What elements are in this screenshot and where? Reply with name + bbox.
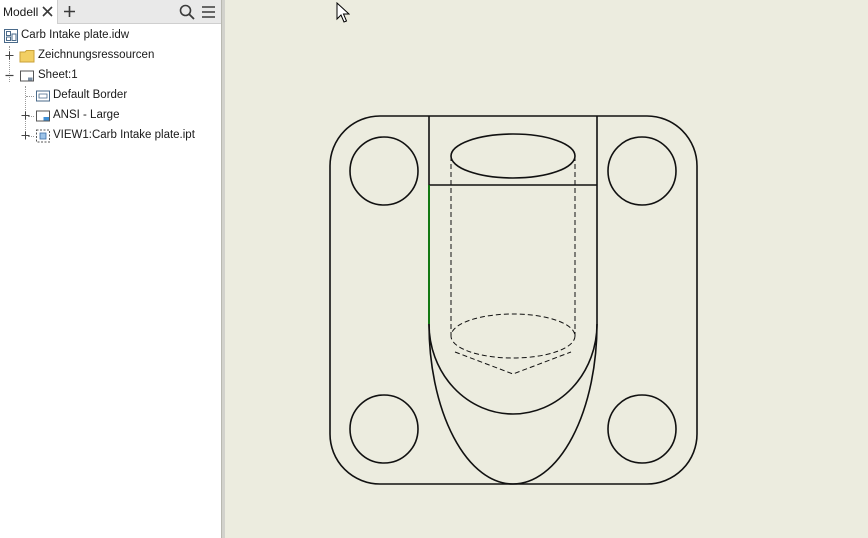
tree-item-root[interactable]: Carb Intake plate.idw (0, 26, 221, 46)
tree-item-sheet-1[interactable]: Sheet:1 (0, 66, 221, 86)
title-block-icon (36, 110, 50, 122)
tree-item-label: Default Border (53, 89, 128, 101)
inner-bore-bottom (428, 323, 598, 415)
drawing-canvas[interactable] (225, 0, 868, 538)
hidden-bore-bottom-ellipse (450, 313, 576, 359)
tree-item-label: Zeichnungsressourcen (38, 49, 155, 61)
tree-item-label: Carb Intake plate.idw (21, 29, 130, 41)
intake-channel-outline (428, 116, 598, 485)
drawing-view-icon (36, 129, 50, 143)
tree-item-label: Sheet:1 (38, 69, 78, 81)
browser-tab-bar: Modell (0, 0, 221, 24)
hidden-drill-point (454, 351, 572, 375)
mounting-hole-bottom-left (349, 394, 419, 464)
border-icon (36, 90, 50, 102)
plate-outline (329, 115, 698, 485)
search-icon[interactable] (179, 4, 195, 20)
folder-icon (19, 50, 35, 63)
expand-plus-icon[interactable] (5, 51, 14, 60)
tab-modell[interactable]: Modell (0, 0, 58, 24)
model-browser-panel: Modell Carb Intake plate.idw Zeichnungsr… (0, 0, 221, 538)
sheet-icon (20, 70, 34, 82)
tab-modell-label: Modell (3, 5, 39, 19)
close-icon[interactable] (41, 5, 54, 18)
expand-plus-icon[interactable] (21, 111, 30, 120)
mounting-hole-top-right (607, 136, 677, 206)
collapse-minus-icon[interactable] (5, 71, 14, 80)
mouse-cursor-icon (336, 2, 350, 23)
tree-item-label: VIEW1:Carb Intake plate.ipt (53, 129, 195, 141)
hamburger-menu-icon[interactable] (201, 5, 216, 19)
tree-item-default-border[interactable]: Default Border (0, 86, 221, 106)
plus-icon[interactable] (63, 5, 76, 18)
tree-item-view1[interactable]: VIEW1:Carb Intake plate.ipt (0, 126, 221, 146)
mounting-hole-bottom-right (607, 394, 677, 464)
expand-plus-icon[interactable] (21, 131, 30, 140)
top-opening-ellipse (450, 133, 576, 179)
tree-item-label: ANSI - Large (53, 109, 120, 121)
drawing-document-icon (4, 29, 18, 43)
mounting-hole-top-left (349, 136, 419, 206)
tree-item-zeichnungsressourcen[interactable]: Zeichnungsressourcen (0, 46, 221, 66)
tree-item-ansi-large[interactable]: ANSI - Large (0, 106, 221, 126)
